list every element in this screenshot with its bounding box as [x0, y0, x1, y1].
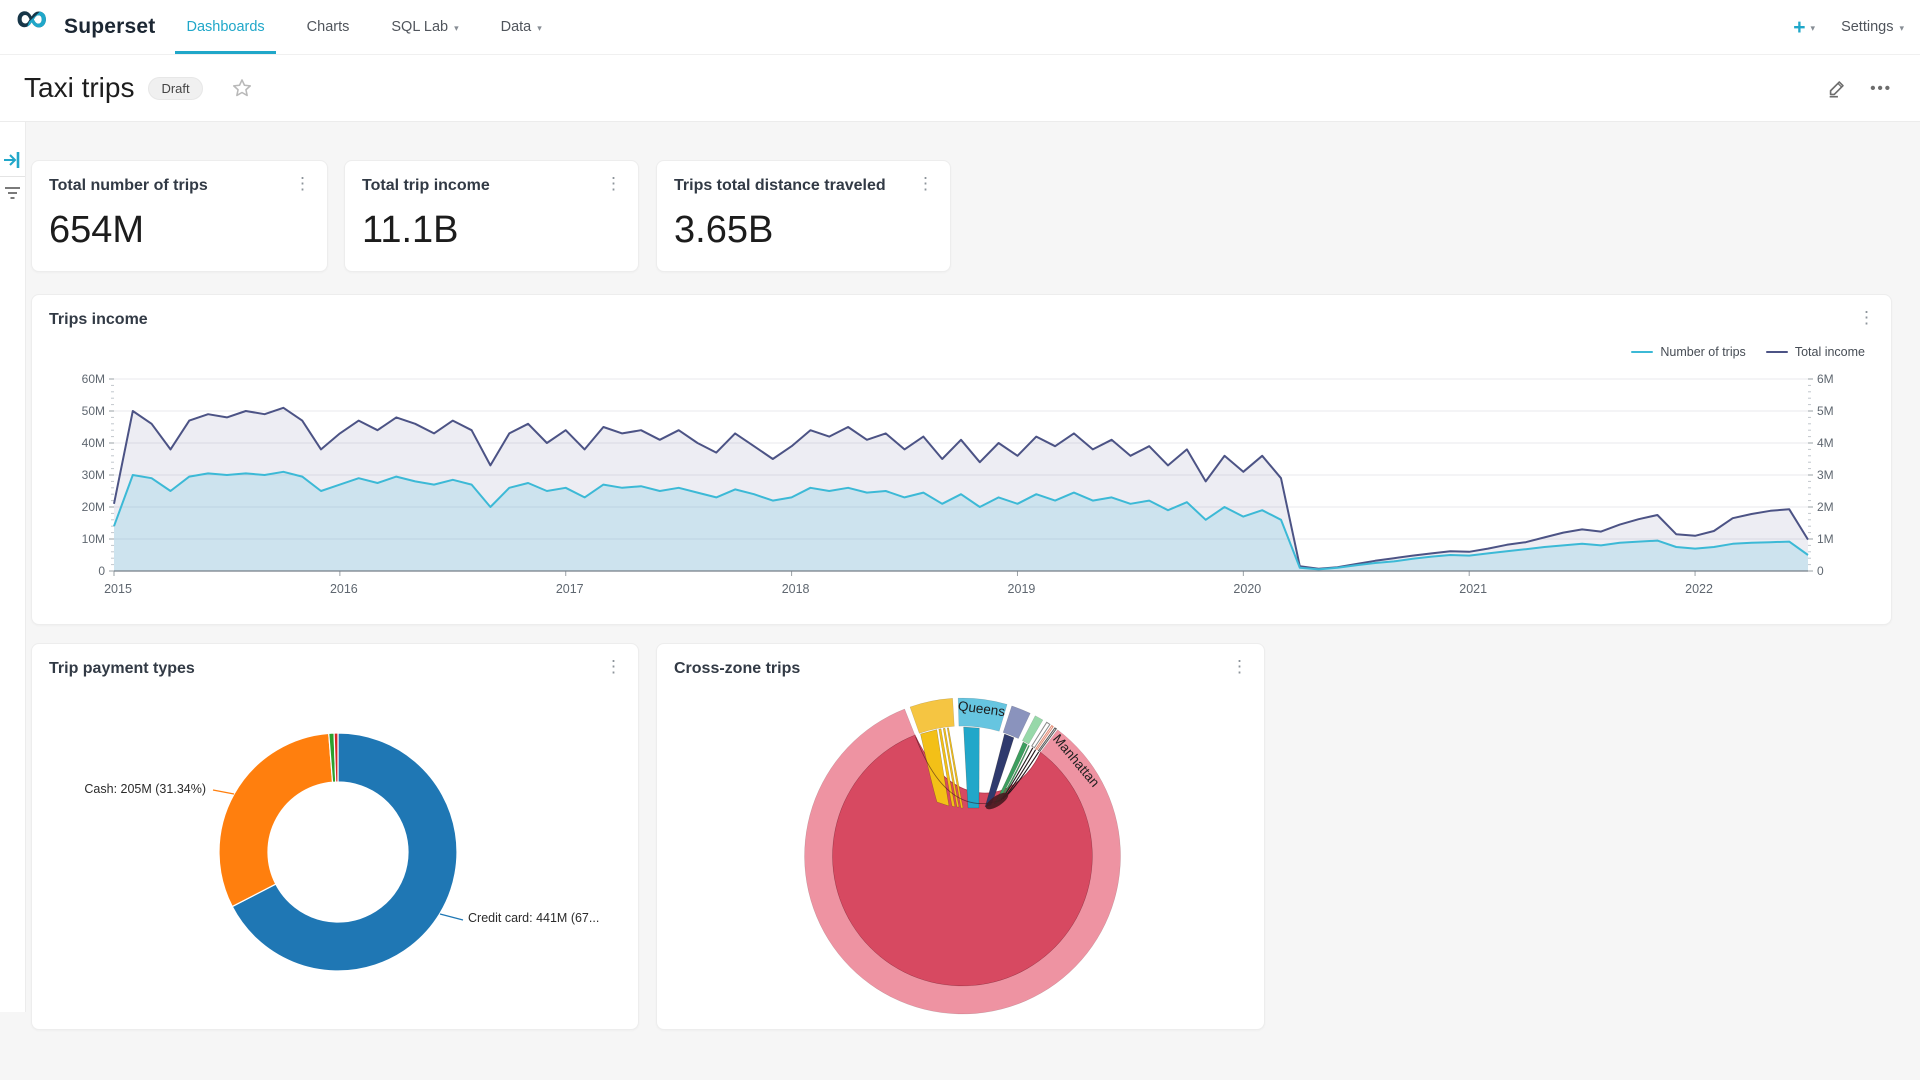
- svg-text:2022: 2022: [1685, 582, 1713, 596]
- legend-swatch: [1631, 351, 1653, 353]
- kebab-menu-icon[interactable]: ⋮: [1854, 307, 1879, 328]
- chevron-down-icon: ▾: [1899, 23, 1904, 34]
- header-actions: •••: [1826, 55, 1892, 121]
- donut-label-cash: Cash: 205M (31.34%): [84, 782, 206, 796]
- kebab-menu-icon[interactable]: ⋮: [290, 173, 315, 194]
- svg-text:30M: 30M: [82, 468, 105, 482]
- page-title: Taxi trips: [24, 72, 134, 104]
- nav-item-dashboards[interactable]: Dashboards: [165, 0, 285, 54]
- plus-icon: +: [1793, 17, 1805, 38]
- chart-title: Trips income: [49, 311, 148, 329]
- svg-text:2016: 2016: [330, 582, 358, 596]
- svg-text:5M: 5M: [1817, 404, 1834, 418]
- svg-text:2019: 2019: [1008, 582, 1036, 596]
- payment-types-donut-chart[interactable]: [32, 644, 638, 1029]
- brand-name[interactable]: Superset: [64, 15, 155, 39]
- chevron-down-icon: ▾: [537, 23, 542, 34]
- kebab-menu-icon[interactable]: ⋮: [1227, 656, 1252, 677]
- nav-item-sql-lab[interactable]: SQL Lab ▾: [370, 0, 479, 54]
- status-badge: Draft: [148, 77, 202, 100]
- nav-item-data[interactable]: Data ▾: [480, 0, 563, 54]
- trips-income-line-chart[interactable]: 60M 6M 50M 5M 40M 4M 30M 3M 20M 2M 10M 1M 0 0 2015 2016…: [32, 295, 1891, 624]
- svg-text:2018: 2018: [782, 582, 810, 596]
- svg-text:0: 0: [1817, 564, 1824, 578]
- kpi-value: 654M: [49, 209, 144, 252]
- chevron-down-icon: ▾: [454, 23, 459, 34]
- edit-pencil-icon[interactable]: [1826, 77, 1848, 99]
- brand[interactable]: ∞ ∞ Superset: [0, 0, 165, 54]
- chart-legend: Number of trips Total income: [1631, 345, 1865, 359]
- svg-text:2015: 2015: [104, 582, 132, 596]
- svg-text:2021: 2021: [1459, 582, 1487, 596]
- legend-item-total-income[interactable]: Total income: [1766, 345, 1865, 359]
- filter-bar-collapsed: [0, 122, 26, 1012]
- kpi-title: Total trip income: [362, 177, 490, 195]
- svg-text:50M: 50M: [82, 404, 105, 418]
- svg-text:10M: 10M: [82, 532, 105, 546]
- chart-title: Cross-zone trips: [674, 660, 800, 678]
- kpi-card-trip-income: Total trip income ⋮ 11.1B: [344, 160, 639, 272]
- kpi-value: 11.1B: [362, 209, 458, 252]
- kpi-card-total-trips: Total number of trips ⋮ 654M: [31, 160, 328, 272]
- chart-title: Trip payment types: [49, 660, 195, 678]
- kebab-menu-icon[interactable]: ⋮: [913, 173, 938, 194]
- svg-text:2M: 2M: [1817, 500, 1834, 514]
- svg-text:3M: 3M: [1817, 468, 1834, 482]
- svg-text:40M: 40M: [82, 436, 105, 450]
- legend-swatch: [1766, 351, 1788, 353]
- kebab-menu-icon[interactable]: ⋮: [601, 173, 626, 194]
- nav-items: Dashboards Charts SQL Lab ▾ Data ▾: [165, 0, 562, 54]
- trips-income-chart-card: Trips income ⋮ Number of trips Total inc…: [31, 294, 1892, 625]
- settings-menu[interactable]: Settings ▾: [1841, 19, 1904, 35]
- dashboard-header: Taxi trips Draft •••: [0, 55, 1920, 122]
- svg-text:0: 0: [98, 564, 105, 578]
- filter-list-icon[interactable]: [5, 188, 20, 198]
- favorite-star-icon[interactable]: [231, 77, 253, 99]
- crosszone-chord-chart[interactable]: ManhattanQueens: [657, 644, 1264, 1029]
- svg-text:1M: 1M: [1817, 532, 1834, 546]
- svg-text:4M: 4M: [1817, 436, 1834, 450]
- navbar-right: + ▾ Settings ▾: [1793, 0, 1920, 54]
- svg-text:2017: 2017: [556, 582, 584, 596]
- donut-label-credit: Credit card: 441M (67...: [468, 911, 599, 925]
- kpi-title: Trips total distance traveled: [674, 177, 886, 195]
- svg-text:6M: 6M: [1817, 372, 1834, 386]
- nav-item-charts[interactable]: Charts: [286, 0, 371, 54]
- kpi-title: Total number of trips: [49, 177, 208, 195]
- svg-text:2020: 2020: [1233, 582, 1261, 596]
- more-options-icon[interactable]: •••: [1870, 80, 1892, 97]
- svg-text:20M: 20M: [82, 500, 105, 514]
- new-menu-button[interactable]: + ▾: [1793, 17, 1815, 38]
- superset-logo-icon: ∞ ∞: [16, 10, 56, 44]
- chevron-down-icon: ▾: [1811, 23, 1816, 34]
- kpi-card-distance: Trips total distance traveled ⋮ 3.65B: [656, 160, 951, 272]
- crosszone-chart-card: Cross-zone trips ⋮ ManhattanQueens: [656, 643, 1265, 1030]
- legend-item-number-of-trips[interactable]: Number of trips: [1631, 345, 1745, 359]
- top-navbar: ∞ ∞ Superset Dashboards Charts SQL Lab ▾…: [0, 0, 1920, 55]
- filter-strip-icons: [0, 122, 25, 242]
- svg-text:60M: 60M: [82, 372, 105, 386]
- payment-types-chart-card: Trip payment types ⋮ Cash: 205M (31.34%)…: [31, 643, 639, 1030]
- kebab-menu-icon[interactable]: ⋮: [601, 656, 626, 677]
- kpi-value: 3.65B: [674, 209, 773, 252]
- expand-filter-bar-icon[interactable]: [4, 152, 18, 168]
- divider: [0, 176, 25, 177]
